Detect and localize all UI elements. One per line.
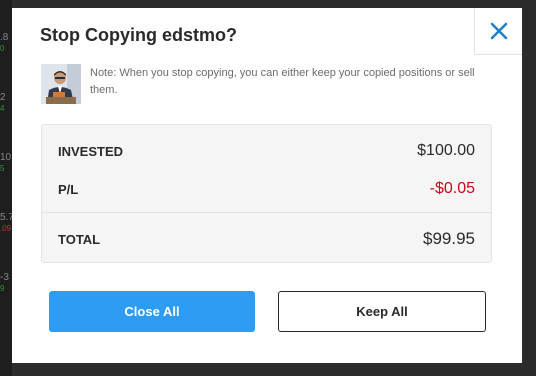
stop-copying-dialog: Stop Copying edstmo? Note: When you stop… bbox=[12, 8, 522, 363]
pl-value: -$0.05 bbox=[429, 180, 475, 197]
invested-row: INVESTED $100.00 bbox=[42, 135, 491, 167]
trader-avatar bbox=[41, 64, 81, 104]
background-panel bbox=[0, 0, 12, 376]
dialog-note: Note: When you stop copying, you can eit… bbox=[90, 67, 475, 96]
background-value: 5.7 .09 bbox=[0, 212, 12, 233]
background-value: .8 0 bbox=[0, 32, 9, 53]
total-row: TOTAL $99.95 bbox=[42, 223, 491, 255]
pl-row: P/L -$0.05 bbox=[42, 173, 491, 205]
pl-label: P/L bbox=[58, 181, 79, 197]
invested-label: INVESTED bbox=[58, 143, 124, 159]
background-value: 2 4 bbox=[0, 92, 6, 113]
summary-panel: INVESTED $100.00 P/L -$0.05 TOTAL $99.95 bbox=[41, 124, 492, 263]
total-label: TOTAL bbox=[58, 231, 101, 247]
summary-divider bbox=[42, 212, 491, 213]
total-value: $99.95 bbox=[423, 229, 475, 248]
close-all-button[interactable]: Close All bbox=[49, 291, 255, 332]
keep-all-button[interactable]: Keep All bbox=[278, 291, 486, 332]
invested-value: $100.00 bbox=[417, 142, 475, 159]
dialog-title: Stop Copying edstmo? bbox=[40, 25, 237, 45]
close-icon bbox=[490, 22, 507, 40]
close-button[interactable] bbox=[474, 8, 522, 55]
background-value: 10 5 bbox=[0, 152, 12, 173]
background-value: -3 9 bbox=[0, 272, 9, 293]
